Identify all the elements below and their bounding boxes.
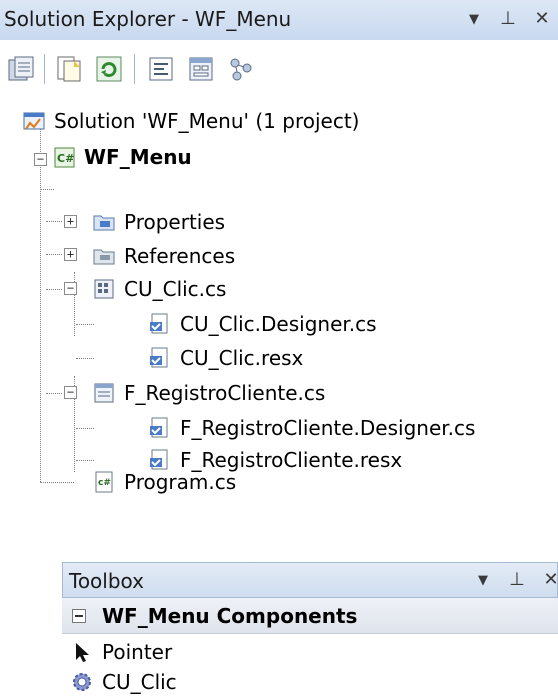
view-designer-icon[interactable] [186,54,216,84]
toolbox-titlebar[interactable]: Toolbox ▼ ⊥ ✕ [62,562,558,598]
tree-item-properties[interactable]: Properties [92,205,225,239]
csharp-file-icon: c# [92,470,116,494]
collapse-group-icon[interactable] [72,609,86,623]
properties-icon[interactable] [6,54,36,84]
component-gear-icon [70,670,94,694]
user-control-icon [92,277,116,301]
csharp-project-icon: C# [52,145,76,169]
project-label: WF_Menu [84,145,192,169]
expand-properties-toggle[interactable]: + [64,215,77,228]
toolbox-group-label: WF_Menu Components [102,604,358,628]
solution-explorer-toolbar [0,40,558,96]
tree-item-cu-clic[interactable]: CU_Clic.cs [92,272,226,306]
expand-references-toggle[interactable]: + [64,248,77,261]
designer-file-icon [148,416,172,440]
collapse-f-registrocliente-toggle[interactable]: − [64,386,77,399]
tree-label: Program.cs [124,470,237,494]
svg-text:c#: c# [98,478,111,488]
tree-label: CU_Clic.cs [124,277,227,301]
solution-tree: − + + − − Solution 'WF_Menu' (1 project)… [0,100,558,500]
solution-explorer-title: Solution Explorer - WF_Menu [4,7,292,31]
toolbox-item-pointer[interactable]: Pointer [62,636,172,668]
designer-file-icon [148,312,172,336]
references-folder-icon [92,244,116,268]
solution-icon [22,109,46,133]
tree-item-program[interactable]: c# Program.cs [92,465,236,499]
tree-label: F_RegistroCliente.cs [124,381,326,405]
toolbox-item-label: Pointer [102,640,173,664]
window-position-dropdown-icon[interactable]: ▼ [473,569,493,590]
tree-item-project[interactable]: C# WF_Menu [52,140,192,174]
auto-hide-pin-icon[interactable]: ⊥ [507,569,527,590]
toolbox-item-label: CU_Clic [102,670,177,694]
toolbox-panel: Toolbox ▼ ⊥ ✕ WF_Menu Components Pointer… [62,562,558,694]
resx-file-icon [148,346,172,370]
form-icon [92,381,116,405]
tree-item-cu-clic-designer[interactable]: CU_Clic.Designer.cs [148,307,377,341]
properties-folder-icon [92,210,116,234]
toolbox-title: Toolbox [69,569,144,593]
toolbox-group-header[interactable]: WF_Menu Components [62,598,558,634]
tree-item-references[interactable]: References [92,239,235,273]
tree-item-solution[interactable]: Solution 'WF_Menu' (1 project) [22,104,359,138]
tree-label: CU_Clic.resx [180,346,304,370]
solution-explorer-titlebar[interactable]: Solution Explorer - WF_Menu ▼ ⊥ ✕ [0,0,558,40]
class-view-icon[interactable] [226,54,256,84]
collapse-project-toggle[interactable]: − [34,153,47,166]
close-icon[interactable]: ✕ [541,569,558,590]
show-all-files-icon[interactable] [54,54,84,84]
svg-text:C#: C# [57,152,74,165]
pointer-icon [70,640,94,664]
tree-item-cu-clic-resx[interactable]: CU_Clic.resx [148,341,303,375]
tree-label: References [124,244,236,268]
solution-label: Solution 'WF_Menu' (1 project) [54,109,360,133]
refresh-icon[interactable] [94,54,124,84]
window-position-dropdown-icon[interactable]: ▼ [464,8,484,29]
tree-item-f-registrocliente-designer[interactable]: F_RegistroCliente.Designer.cs [148,411,475,445]
toolbox-item-cu-clic[interactable]: CU_Clic [62,666,177,698]
view-code-icon[interactable] [146,54,176,84]
solution-explorer-panel: Solution Explorer - WF_Menu ▼ ⊥ ✕ − + + … [0,0,558,530]
auto-hide-pin-icon[interactable]: ⊥ [498,8,518,29]
close-icon[interactable]: ✕ [532,8,552,29]
tree-label: F_RegistroCliente.Designer.cs [180,416,476,440]
tree-label: Properties [124,210,226,234]
tree-label: CU_Clic.Designer.cs [180,312,377,336]
collapse-cu-clic-toggle[interactable]: − [64,282,77,295]
tree-item-f-registrocliente[interactable]: F_RegistroCliente.cs [92,376,325,410]
